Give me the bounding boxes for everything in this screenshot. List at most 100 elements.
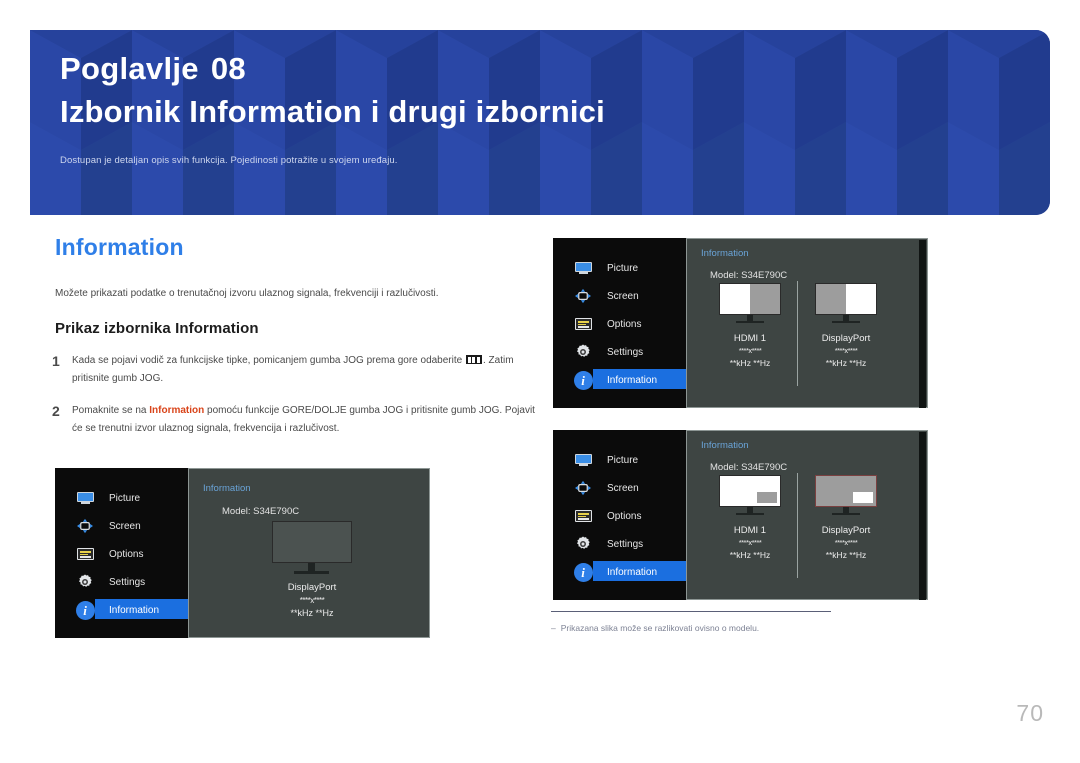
sidebar-item-label: Picture xyxy=(607,262,639,274)
chapter-line: Poglavlje 08 xyxy=(60,48,605,90)
page-number: 70 xyxy=(1016,700,1044,726)
step-number: 2 xyxy=(52,403,60,419)
monitor-screen xyxy=(815,475,877,507)
osd-single-source: Picture Screen Options Settings i Inform… xyxy=(55,468,430,638)
monitor-graphic-left xyxy=(719,283,781,325)
section-description: Možete prikazati podatke o trenutačnoj i… xyxy=(55,288,439,299)
monitor-icon xyxy=(73,491,97,505)
arrows-cross-icon xyxy=(571,480,595,496)
footnote-dash: ‒ xyxy=(551,623,556,633)
monitor-icon xyxy=(571,453,595,467)
frequency-label: **kHz **Hz xyxy=(290,608,334,618)
step2-keyword: Information xyxy=(149,405,205,416)
monitor-caption-left: HDMI 1 ****x**** **kHz **Hz xyxy=(705,333,795,369)
step-item: 1 Kada se pojavi vodič za funkcijske tip… xyxy=(52,352,542,388)
monitor-screen xyxy=(719,475,781,507)
osd-model-label: Model: S34E790C xyxy=(710,462,788,473)
monitor-base xyxy=(736,321,764,323)
monitor-graphic-left xyxy=(719,475,781,517)
osd-panel-title: Information xyxy=(701,248,749,259)
jog-menu-icon xyxy=(465,355,482,364)
monitor-caption-right: DisplayPort ****x**** **kHz **Hz xyxy=(801,525,891,561)
panel-divider xyxy=(797,473,798,578)
sidebar-item-label: Picture xyxy=(109,492,141,504)
source-label: HDMI 1 xyxy=(733,525,767,536)
osd-info-panel: Information Model: S34E790C HDMI 1 ****x… xyxy=(686,238,928,408)
chapter-number: 08 xyxy=(210,51,246,86)
sidebar-item-label: Information xyxy=(109,604,160,616)
monitor-graphic-right xyxy=(815,283,877,325)
osd-model-label: Model: S34E790C xyxy=(710,270,788,281)
arrows-cross-icon xyxy=(73,518,97,534)
sidebar-item-label: Options xyxy=(109,548,144,560)
osd-panel-scroll-strip[interactable] xyxy=(919,240,926,408)
list-lines-icon xyxy=(73,548,97,560)
monitor-caption: DisplayPort ****x**** **kHz **Hz xyxy=(247,581,377,620)
banner-text-block: Poglavlje 08 Izbornik Information i drugi… xyxy=(60,48,605,168)
monitor-icon xyxy=(571,261,595,275)
source-label: DisplayPort xyxy=(287,582,337,593)
resolution-label: ****x**** xyxy=(299,596,325,605)
footnote-text: Prikazana slika može se razlikovati ovis… xyxy=(560,623,760,633)
sidebar-item-label: Screen xyxy=(109,520,141,532)
resolution-label: ****x**** xyxy=(738,538,762,547)
osd-panel-title: Information xyxy=(701,440,749,451)
resolution-label: ****x**** xyxy=(834,346,858,355)
sidebar-item-label: Settings xyxy=(109,576,146,588)
sidebar-item-label: Settings xyxy=(607,346,644,358)
sidebar-item-label: Settings xyxy=(607,538,644,550)
monitor-screen xyxy=(719,283,781,315)
frequency-label: **kHz **Hz xyxy=(825,358,867,368)
step-number: 1 xyxy=(52,353,60,369)
list-lines-icon xyxy=(571,510,595,522)
chapter-title: Izbornik Information i drugi izbornici xyxy=(60,94,605,129)
step-item: 2 Pomaknite se na Information pomoću fun… xyxy=(52,402,542,438)
monitor-base xyxy=(736,513,764,515)
osd-panel-title: Information xyxy=(203,483,251,494)
sidebar-item-label: Information xyxy=(607,374,658,386)
osd-dual-pip-source: Picture Screen Options Settings i Inform… xyxy=(553,430,928,600)
monitor-base xyxy=(832,513,860,515)
osd-panel-scroll-strip[interactable] xyxy=(919,432,926,600)
monitor-base xyxy=(294,571,329,574)
sidebar-item-label: Information xyxy=(607,566,658,578)
step1-text-before: Kada se pojavi vodič za funkcijske tipke… xyxy=(72,355,465,366)
step-text: Kada se pojavi vodič za funkcijske tipke… xyxy=(72,352,542,388)
frequency-label: **kHz **Hz xyxy=(729,358,771,368)
osd-info-panel: Information Model: S34E790C DisplayPort … xyxy=(188,468,430,638)
source-label: HDMI 1 xyxy=(733,333,767,344)
gear-icon xyxy=(571,535,595,553)
monitor-caption-left: HDMI 1 ****x**** **kHz **Hz xyxy=(705,525,795,561)
panel-divider xyxy=(797,281,798,386)
monitor-graphic-right xyxy=(815,475,877,517)
resolution-label: ****x**** xyxy=(738,346,762,355)
source-label: DisplayPort xyxy=(821,525,871,536)
info-circle-icon: i xyxy=(73,600,97,620)
monitor-screen xyxy=(272,521,352,563)
footnote: ‒ Prikazana slika može se razlikovati ovi… xyxy=(551,623,759,633)
resolution-label: ****x**** xyxy=(834,538,858,547)
chapter-subtitle: Dostupan je detaljan opis svih funkcija.… xyxy=(60,155,398,166)
arrows-cross-icon xyxy=(571,288,595,304)
frequency-label: **kHz **Hz xyxy=(729,550,771,560)
source-label: DisplayPort xyxy=(821,333,871,344)
osd-model-label: Model: S34E790C xyxy=(222,506,300,517)
info-circle-icon: i xyxy=(571,562,595,582)
steps-list: 1 Kada se pojavi vodič za funkcijske tip… xyxy=(52,352,542,452)
sidebar-item-label: Screen xyxy=(607,290,639,302)
sidebar-item-label: Options xyxy=(607,318,642,330)
monitor-graphic xyxy=(272,521,352,576)
monitor-screen xyxy=(815,283,877,315)
sidebar-item-label: Picture xyxy=(607,454,639,466)
footnote-divider xyxy=(551,611,831,612)
chapter-banner: Poglavlje 08 Izbornik Information i drugi… xyxy=(30,30,1050,215)
step2-text-before: Pomaknite se na xyxy=(72,405,150,416)
sidebar-item-label: Screen xyxy=(607,482,639,494)
gear-icon xyxy=(571,343,595,361)
gear-icon xyxy=(73,573,97,591)
monitor-base xyxy=(832,321,860,323)
osd-info-panel: Information Model: S34E790C HDMI 1 ****x… xyxy=(686,430,928,600)
step-text: Pomaknite se na Information pomoću funkc… xyxy=(72,402,542,438)
section-title: Information xyxy=(55,234,184,260)
chapter-label: Poglavlje xyxy=(60,51,199,86)
